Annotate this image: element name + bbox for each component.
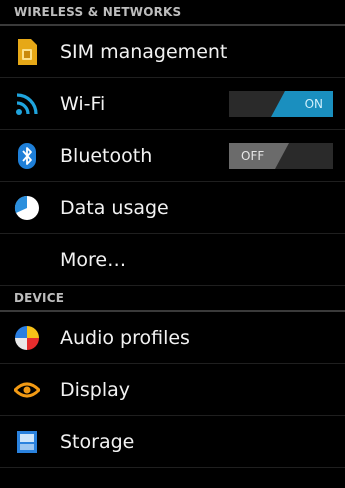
audio-profiles-icon bbox=[14, 325, 40, 351]
toggle-on-label: ON bbox=[271, 91, 333, 117]
setting-label: SIM management bbox=[60, 40, 228, 63]
setting-item-audio-profiles[interactable]: Audio profiles bbox=[0, 312, 345, 364]
setting-item-sim-management[interactable]: SIM management bbox=[0, 26, 345, 78]
display-icon bbox=[14, 377, 40, 403]
setting-item-storage[interactable]: Storage bbox=[0, 416, 345, 468]
sim-card-icon bbox=[14, 38, 40, 65]
settings-screen: WIRELESS & NETWORKS SIM management Wi-Fi… bbox=[0, 0, 345, 488]
setting-item-wifi[interactable]: Wi-Fi ON bbox=[0, 78, 345, 130]
setting-label: Audio profiles bbox=[60, 326, 190, 349]
setting-label: Display bbox=[60, 378, 131, 401]
setting-label: Storage bbox=[60, 430, 135, 453]
bluetooth-icon bbox=[14, 142, 40, 169]
setting-item-data-usage[interactable]: Data usage bbox=[0, 182, 345, 234]
storage-icon bbox=[14, 429, 40, 455]
section-title: DEVICE bbox=[14, 291, 65, 305]
setting-item-more[interactable]: More… bbox=[0, 234, 345, 286]
bluetooth-toggle-switch[interactable]: OFF bbox=[229, 143, 333, 169]
toggle-off-label: OFF bbox=[229, 143, 289, 169]
section-header-device: DEVICE bbox=[0, 286, 345, 312]
wifi-toggle-switch[interactable]: ON bbox=[229, 91, 333, 117]
setting-item-bluetooth[interactable]: Bluetooth OFF bbox=[0, 130, 345, 182]
setting-label: Bluetooth bbox=[60, 144, 153, 167]
section-title: WIRELESS & NETWORKS bbox=[14, 5, 182, 19]
setting-item-display[interactable]: Display bbox=[0, 364, 345, 416]
wifi-icon bbox=[14, 91, 40, 117]
setting-label: Wi-Fi bbox=[60, 92, 106, 115]
section-header-wireless: WIRELESS & NETWORKS bbox=[0, 0, 345, 26]
setting-label: Data usage bbox=[60, 196, 169, 219]
setting-label: More… bbox=[60, 248, 127, 271]
data-usage-icon bbox=[14, 195, 40, 221]
